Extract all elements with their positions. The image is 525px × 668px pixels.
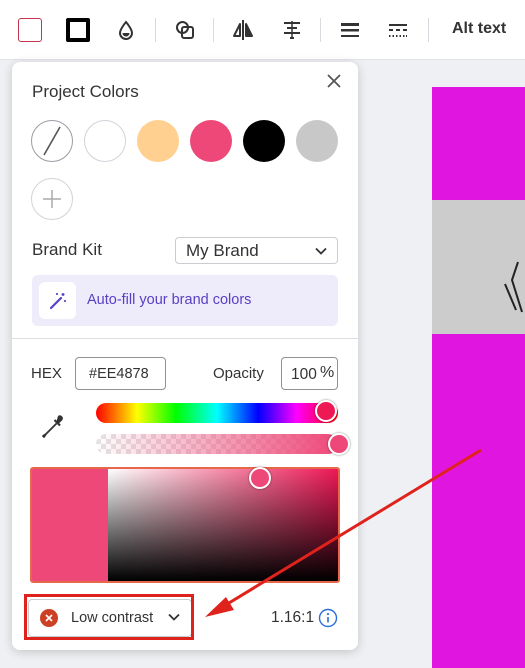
annotation-arrow (205, 448, 482, 617)
